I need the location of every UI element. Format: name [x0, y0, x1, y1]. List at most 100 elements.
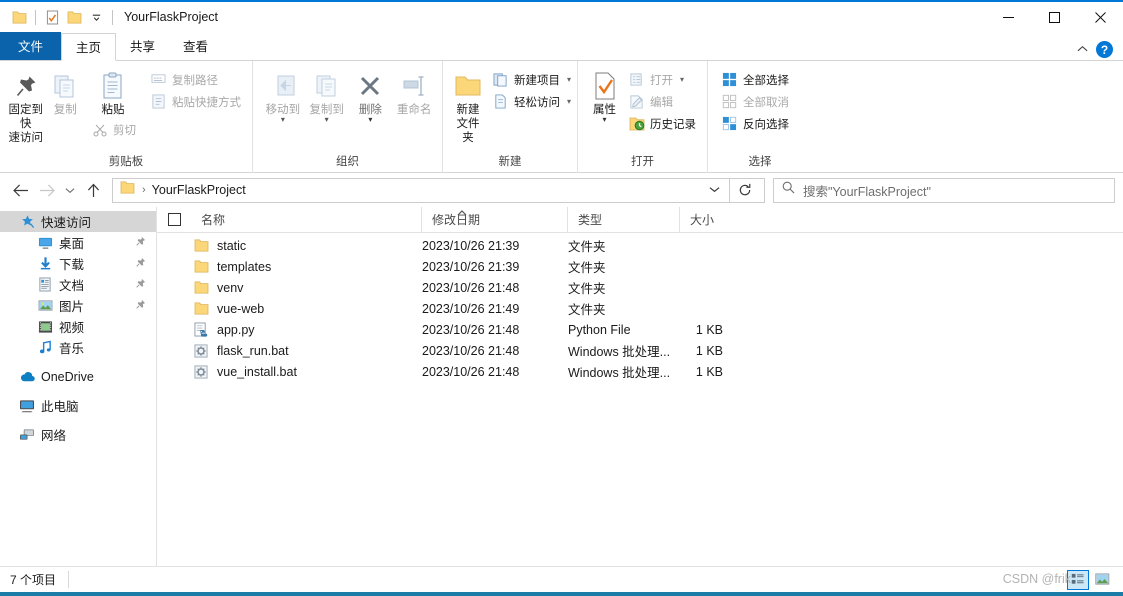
recent-locations-button[interactable] — [60, 177, 80, 203]
copy-path-icon — [150, 71, 167, 88]
chevron-down-icon[interactable]: ▾ — [567, 97, 571, 106]
chevron-down-icon[interactable]: ▾ — [281, 116, 285, 124]
pin-icon[interactable] — [135, 299, 146, 313]
chevron-down-icon[interactable] — [85, 6, 107, 28]
table-row[interactable]: venv 2023/10/26 21:48 文件夹 — [157, 277, 1123, 298]
file-list[interactable]: static 2023/10/26 21:39 文件夹 templates 2023/1… — [157, 233, 1123, 566]
large-icons-view-button[interactable] — [1091, 570, 1113, 590]
column-headers: 名称 修改日期 类型 大小 — [157, 206, 1123, 233]
button-label: 复制路径 — [172, 74, 218, 87]
breadcrumb-current[interactable]: YourFlaskProject — [152, 183, 246, 197]
move-to-button[interactable]: 移动到 ▾ — [261, 65, 305, 124]
checkbox[interactable] — [167, 213, 181, 226]
forward-button[interactable] — [34, 177, 60, 203]
chevron-down-icon[interactable]: ▾ — [680, 75, 684, 84]
file-name-cell[interactable]: templates — [157, 260, 422, 274]
ribbon-group-select: 全部选择 全部取消 反向选择 选择 — [708, 61, 812, 173]
tab-file[interactable]: 文件 — [0, 32, 62, 60]
close-button[interactable] — [1077, 1, 1123, 33]
file-name-cell[interactable]: flask_run.bat — [157, 344, 422, 358]
file-name-cell[interactable]: app.py — [157, 322, 422, 337]
file-name-cell[interactable]: venv — [157, 281, 422, 295]
chevron-down-icon[interactable] — [700, 185, 729, 196]
open-button[interactable]: 打开 ▾ — [625, 69, 701, 90]
file-name-cell[interactable]: vue_install.bat — [157, 365, 422, 379]
table-row[interactable]: flask_run.bat 2023/10/26 21:48 Windows 批处理… — [157, 340, 1123, 361]
documents-icon — [36, 277, 54, 292]
rename-button[interactable]: 重命名 — [392, 65, 436, 117]
history-button[interactable]: 历史记录 — [625, 113, 701, 134]
select-all-icon — [721, 71, 738, 88]
delete-button[interactable]: 删除 ▾ — [349, 65, 393, 124]
sidebar-item-this-pc[interactable]: 此电脑 — [0, 395, 156, 416]
sidebar-item-videos[interactable]: 视频 — [0, 316, 156, 337]
table-row[interactable]: vue-web 2023/10/26 21:49 文件夹 — [157, 298, 1123, 319]
table-row[interactable]: vue_install.bat 2023/10/26 21:48 Windows 批… — [157, 361, 1123, 382]
breadcrumb-separator[interactable]: › — [142, 184, 146, 196]
sidebar-item-music[interactable]: 音乐 — [0, 337, 156, 358]
easy-access-button[interactable]: 轻松访问 ▾ — [489, 91, 576, 112]
table-row[interactable]: templates 2023/10/26 21:39 文件夹 — [157, 256, 1123, 277]
sidebar-item-documents[interactable]: 文档 — [0, 274, 156, 295]
column-header-date[interactable]: 修改日期 — [422, 206, 568, 233]
select-all-checkbox[interactable] — [157, 207, 191, 233]
properties-icon[interactable] — [41, 6, 63, 28]
tab-home[interactable]: 主页 — [61, 33, 117, 61]
table-row[interactable]: app.py 2023/10/26 21:48 Python File 1 KB — [157, 319, 1123, 340]
rename-icon — [400, 69, 428, 103]
select-all-button[interactable]: 全部选择 — [718, 69, 794, 90]
edit-button[interactable]: 编辑 — [625, 91, 701, 112]
copy-to-button[interactable]: 复制到 ▾ — [305, 65, 349, 124]
chevron-down-icon[interactable]: ▾ — [602, 116, 606, 124]
column-header-size[interactable]: 大小 — [680, 207, 760, 233]
folder-icon[interactable] — [8, 6, 30, 28]
star-pin-icon — [18, 214, 36, 229]
new-folder-button[interactable]: 新建 文件夹 — [451, 65, 485, 145]
paste-button[interactable]: 粘贴 — [85, 65, 141, 117]
sidebar-item-quick-access[interactable]: 快速访问 — [0, 211, 156, 232]
sidebar-item-onedrive[interactable]: OneDrive — [0, 366, 156, 387]
invert-selection-button[interactable]: 反向选择 — [718, 113, 794, 134]
sidebar-item-downloads[interactable]: 下载 — [0, 253, 156, 274]
paste-shortcut-button[interactable]: 粘贴快捷方式 — [147, 91, 246, 112]
tab-share[interactable]: 共享 — [116, 32, 169, 60]
breadcrumb[interactable]: › YourFlaskProject — [112, 177, 765, 203]
minimize-button[interactable] — [985, 1, 1031, 33]
python-file-icon — [191, 322, 211, 337]
file-name-cell[interactable]: static — [157, 239, 422, 253]
properties-button[interactable]: 属性 ▾ — [586, 65, 623, 124]
new-folder-icon[interactable] — [63, 6, 85, 28]
column-header-type[interactable]: 类型 — [568, 206, 680, 233]
button-label: 编辑 — [650, 96, 673, 109]
file-name-cell[interactable]: vue-web — [157, 302, 422, 316]
tab-view[interactable]: 查看 — [169, 32, 222, 60]
help-icon[interactable]: ? — [1096, 41, 1113, 58]
chevron-down-icon[interactable]: ▾ — [325, 116, 329, 124]
table-row[interactable]: static 2023/10/26 21:39 文件夹 — [157, 235, 1123, 256]
copy-path-button[interactable]: 复制路径 — [147, 69, 246, 90]
chevron-up-icon[interactable] — [1077, 44, 1088, 56]
sidebar-item-desktop[interactable]: 桌面 — [0, 232, 156, 253]
breadcrumb-actions — [700, 178, 760, 202]
cut-button[interactable]: 剪切 — [85, 119, 141, 140]
sidebar-item-pictures[interactable]: 图片 — [0, 295, 156, 316]
maximize-button[interactable] — [1031, 1, 1077, 33]
search-input[interactable]: 搜索"YourFlaskProject" — [773, 177, 1115, 203]
pin-to-quick-access-button[interactable]: 固定到快 速访问 — [6, 65, 46, 145]
chevron-down-icon[interactable]: ▾ — [368, 116, 372, 124]
this-pc-icon — [18, 399, 36, 413]
ribbon-group-open: 属性 ▾ 打开 ▾ 编辑 历史记录 打开 — [578, 61, 708, 173]
column-header-name[interactable]: 名称 — [191, 206, 422, 233]
select-none-button[interactable]: 全部取消 — [718, 91, 794, 112]
refresh-icon[interactable] — [730, 183, 760, 197]
chevron-down-icon[interactable]: ▾ — [567, 75, 571, 84]
up-button[interactable] — [80, 177, 106, 203]
back-button[interactable] — [8, 177, 34, 203]
sidebar-item-network[interactable]: 网络 — [0, 424, 156, 445]
pin-icon[interactable] — [135, 278, 146, 292]
pin-icon[interactable] — [135, 236, 146, 250]
pin-icon[interactable] — [135, 257, 146, 271]
copy-button[interactable]: 复制 — [46, 65, 86, 117]
new-item-button[interactable]: 新建项目 ▾ — [489, 69, 576, 90]
